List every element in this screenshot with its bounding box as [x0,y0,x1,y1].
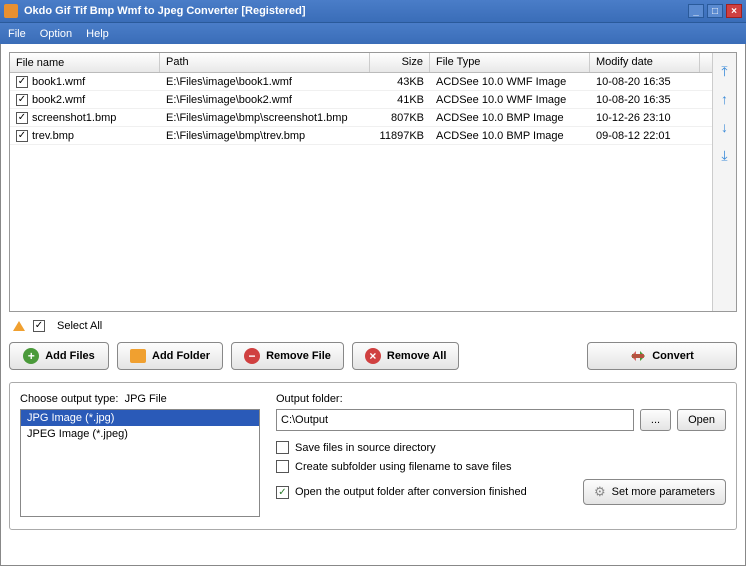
remove-file-button[interactable]: − Remove File [231,342,344,370]
add-folder-button[interactable]: Add Folder [117,342,223,370]
file-type: ACDSee 10.0 BMP Image [430,111,590,125]
file-date: 10-12-26 23:10 [590,111,700,125]
file-name: book1.wmf [32,76,85,88]
table-row[interactable]: ✓ screenshot1.bmp E:\Files\image\bmp\scree… [10,109,712,127]
open-after-row: ✓ Open the output folder after conversio… [276,486,527,499]
output-path-input[interactable] [276,409,634,431]
file-name: trev.bmp [32,130,74,142]
main-panel: File name Path Size File Type Modify dat… [0,44,746,566]
menubar: File Option Help [0,22,746,44]
save-source-checkbox[interactable] [276,441,289,454]
select-all-label: Select All [57,320,102,332]
table-row[interactable]: ✓ book2.wmf E:\Files\image\book2.wmf41KBAC… [10,91,712,109]
file-path: E:\Files\image\book2.wmf [160,93,370,107]
col-type[interactable]: File Type [430,53,590,72]
move-down-icon[interactable]: ↓ [717,119,733,135]
col-name[interactable]: File name [10,53,160,72]
remove-all-button[interactable]: × Remove All [352,342,460,370]
file-path: E:\Files\image\bmp\trev.bmp [160,129,370,143]
open-folder-button[interactable]: Open [677,409,726,431]
file-path: E:\Files\image\book1.wmf [160,75,370,89]
create-sub-checkbox[interactable] [276,460,289,473]
col-path[interactable]: Path [160,53,370,72]
menu-file[interactable]: File [8,28,26,40]
maximize-button[interactable]: □ [707,4,723,18]
output-path-row: ... Open [276,409,726,431]
row-checkbox[interactable]: ✓ [16,112,28,124]
file-date: 10-08-20 16:35 [590,75,700,89]
add-files-button[interactable]: + Add Files [9,342,109,370]
more-parameters-button[interactable]: ⚙ Set more parameters [583,479,726,505]
minus-icon: − [244,348,260,364]
titlebar: Okdo Gif Tif Bmp Wmf to Jpeg Converter [… [0,0,746,22]
window-title: Okdo Gif Tif Bmp Wmf to Jpeg Converter [… [24,5,685,17]
up-arrow-icon [13,321,25,331]
output-panel: Choose output type: JPG File JPG Image (… [9,382,737,530]
file-path: E:\Files\image\bmp\screenshot1.bmp [160,111,370,125]
file-size: 807KB [370,111,430,125]
file-name: screenshot1.bmp [32,112,116,124]
output-type-option[interactable]: JPG Image (*.jpg) [21,410,259,426]
open-after-checkbox[interactable]: ✓ [276,486,289,499]
select-all-row: ✓ Select All [9,320,737,332]
row-checkbox[interactable]: ✓ [16,76,28,88]
move-up-icon[interactable]: ↑ [717,91,733,107]
output-type-option[interactable]: JPEG Image (*.jpeg) [21,426,259,442]
file-type: ACDSee 10.0 WMF Image [430,75,590,89]
col-size[interactable]: Size [370,53,430,72]
table-header: File name Path Size File Type Modify dat… [10,53,712,73]
move-top-icon[interactable]: ⤒ [717,63,733,79]
move-bottom-icon[interactable]: ⤓ [717,147,733,163]
menu-help[interactable]: Help [86,28,109,40]
file-table: File name Path Size File Type Modify dat… [10,53,712,311]
row-checkbox[interactable]: ✓ [16,94,28,106]
file-name: book2.wmf [32,94,85,106]
file-size: 43KB [370,75,430,89]
browse-button[interactable]: ... [640,409,671,431]
file-panel: File name Path Size File Type Modify dat… [9,52,737,312]
convert-button[interactable]: Convert [587,342,737,370]
save-source-row: Save files in source directory [276,441,726,454]
table-row[interactable]: ✓ trev.bmp E:\Files\image\bmp\trev.bmp1189… [10,127,712,145]
table-row[interactable]: ✓ book1.wmf E:\Files\image\book1.wmf43KBAC… [10,73,712,91]
file-type: ACDSee 10.0 WMF Image [430,93,590,107]
create-sub-row: Create subfolder using filename to save … [276,460,726,473]
col-date[interactable]: Modify date [590,53,700,72]
plus-icon: + [23,348,39,364]
file-date: 09-08-12 22:01 [590,129,700,143]
output-folder-label: Output folder: [276,393,726,405]
file-size: 41KB [370,93,430,107]
file-type: ACDSee 10.0 BMP Image [430,129,590,143]
folder-icon [130,349,146,363]
convert-icon [630,348,646,364]
close-button[interactable]: × [726,4,742,18]
choose-type-label: Choose output type: JPG File [20,393,260,405]
open-after-label: Open the output folder after conversion … [295,486,527,498]
menu-option[interactable]: Option [40,28,72,40]
app-icon [4,4,18,18]
save-source-label: Save files in source directory [295,442,436,454]
create-sub-label: Create subfolder using filename to save … [295,461,511,473]
row-checkbox[interactable]: ✓ [16,130,28,142]
button-row: + Add Files Add Folder − Remove File × R… [9,342,737,370]
select-all-checkbox[interactable]: ✓ [33,320,45,332]
file-size: 11897KB [370,129,430,143]
x-icon: × [365,348,381,364]
minimize-button[interactable]: _ [688,4,704,18]
file-date: 10-08-20 16:35 [590,93,700,107]
output-type-list[interactable]: JPG Image (*.jpg)JPEG Image (*.jpeg) [20,409,260,517]
output-folder-column: Output folder: ... Open Save files in so… [276,393,726,519]
table-body: ✓book1.wmfE:\Files\image\book1.wmf43KBAC… [10,73,712,145]
output-type-column: Choose output type: JPG File JPG Image (… [20,393,260,519]
gear-icon: ⚙ [594,484,606,500]
reorder-buttons: ⤒ ↑ ↓ ⤓ [712,53,736,311]
